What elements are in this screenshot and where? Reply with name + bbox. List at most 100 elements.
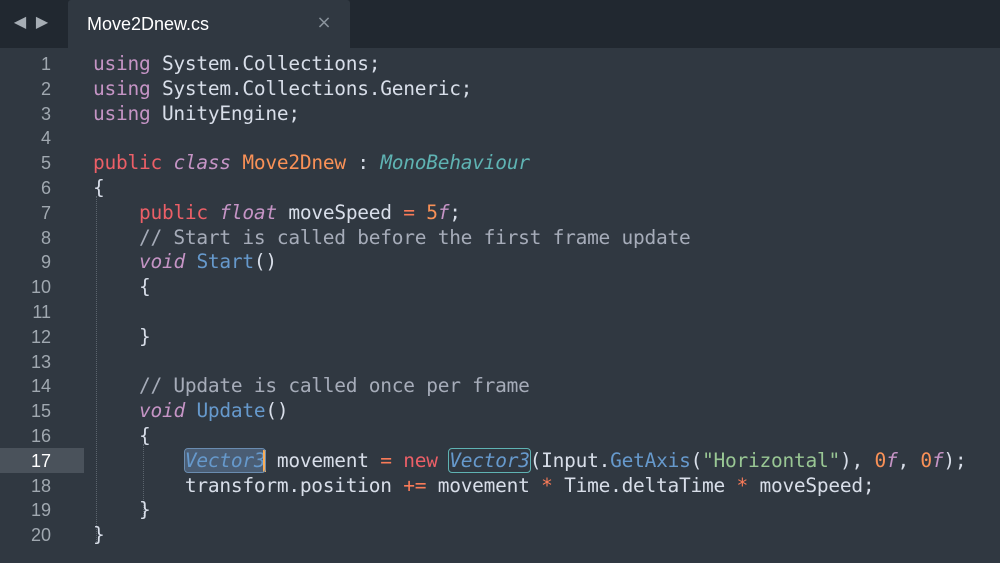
code-line[interactable]: 6{ [0, 175, 1000, 200]
code-token: new [403, 448, 438, 472]
back-arrow-icon[interactable]: ◀ [10, 12, 30, 32]
code-token: 5 [426, 200, 438, 224]
code-text: // Start is called before the first fram… [93, 225, 691, 249]
code-text: void Update() [93, 399, 289, 423]
code-token: () [265, 399, 289, 423]
code-line[interactable]: 7 public float moveSpeed = 5f; [0, 200, 1000, 225]
code-token: += [403, 473, 427, 497]
code-text: { [93, 424, 151, 447]
line-number: 5 [40, 153, 51, 174]
code-token: 0 [920, 448, 932, 472]
code-line[interactable]: 3 using UnityEngine; [0, 101, 1000, 126]
code-editor[interactable]: 1 using System.Collections; 2 using System.… [0, 48, 1000, 563]
code-line[interactable]: 16 { [0, 423, 1000, 448]
code-token: public [93, 151, 162, 175]
code-line[interactable]: 9 void Start() [0, 249, 1000, 274]
tab-bar: ◀ ▶ Move2Dnew.cs × [0, 0, 1000, 48]
code-line[interactable]: 19 } [0, 497, 1000, 522]
code-token: GetAxis [610, 448, 691, 472]
code-line[interactable]: 12 } [0, 324, 1000, 349]
code-token: class [173, 151, 231, 175]
code-token: { [93, 424, 151, 447]
code-line[interactable]: 18 transform.position += movement * Time… [0, 473, 1000, 498]
code-line[interactable]: 11 [0, 299, 1000, 324]
code-token: movement [426, 473, 542, 497]
code-token: Start [196, 250, 254, 274]
code-token: * [541, 473, 553, 497]
code-line[interactable]: 15 void Update() [0, 398, 1000, 423]
code-text: void Start() [93, 251, 277, 273]
code-text: using System.Collections.Generic; [93, 76, 473, 100]
code-token: using [93, 52, 151, 75]
code-text: } [93, 524, 105, 546]
code-line[interactable]: 4 [0, 125, 1000, 150]
code-token: transform.position [93, 473, 404, 497]
line-number: 2 [40, 78, 51, 99]
code-token: ( [690, 448, 703, 472]
code-line[interactable]: 1 using System.Collections; [0, 51, 1000, 76]
code-token: : [345, 151, 381, 175]
line-number: 20 [30, 525, 51, 546]
line-number: 14 [30, 376, 51, 397]
code-token: movement [265, 448, 381, 472]
code-token: using [93, 76, 151, 100]
code-token: // Update is called once per frame [93, 374, 530, 398]
code-line[interactable]: 14 // Update is called once per frame [0, 373, 1000, 398]
code-token: f [885, 448, 898, 472]
code-token: * [736, 473, 748, 497]
code-text: { [93, 275, 151, 299]
line-number: 12 [30, 326, 51, 347]
code-token: } [93, 498, 151, 522]
code-line[interactable]: 2 using System.Collections.Generic; [0, 76, 1000, 101]
code-text: transform.position += movement * Time.de… [93, 473, 875, 497]
code-token: "Horizontal" [702, 448, 840, 472]
code-text: using System.Collections; [93, 52, 381, 75]
line-number: 19 [30, 500, 51, 521]
code-line[interactable]: 8 // Start is called before the first fr… [0, 225, 1000, 250]
line-number: 15 [30, 401, 51, 422]
line-number: 11 [32, 302, 51, 322]
code-token: using [93, 101, 151, 125]
code-token: ), [839, 448, 875, 472]
code-token: void [138, 399, 185, 423]
code-token: moveSpeed [276, 200, 404, 224]
tab-label: Move2Dnew.cs [87, 14, 210, 34]
code-token: public [138, 200, 208, 224]
code-token: = [403, 200, 415, 224]
code-token: (Input. [529, 448, 611, 472]
code-token: = [380, 448, 392, 472]
code-token: } [93, 523, 105, 547]
line-number: 16 [30, 426, 51, 446]
code-text: Vector3 movement = new Vector3(Input.Get… [93, 447, 967, 473]
code-token: // Start is called before the first fram… [93, 225, 691, 249]
close-icon[interactable]: × [316, 13, 332, 33]
line-number: 17 [30, 450, 51, 471]
code-text: using UnityEngine; [93, 101, 300, 125]
code-token: { [93, 176, 105, 199]
code-token: MonoBehaviour [380, 151, 530, 175]
line-number: 7 [40, 202, 51, 223]
code-token: System.Collections.Generic; [150, 76, 473, 100]
code-text: public class Move2Dnew : MonoBehaviour [93, 152, 530, 174]
code-line[interactable]: 13 [0, 349, 1000, 374]
code-line[interactable]: 17 Vector3 movement = new Vector3(Input.… [0, 447, 1000, 473]
code-token: 0 [874, 448, 886, 472]
tab-move2dnew[interactable]: Move2Dnew.cs × [68, 0, 350, 48]
code-text: } [93, 498, 151, 522]
code-text: public float moveSpeed = 5f; [93, 200, 461, 224]
forward-arrow-icon[interactable]: ▶ [32, 12, 52, 32]
code-token: float [219, 200, 277, 224]
code-line[interactable]: 5 public class Move2Dnew : MonoBehaviour [0, 150, 1000, 175]
code-token: { [93, 275, 151, 299]
code-line[interactable]: 10 { [0, 274, 1000, 299]
code-line[interactable]: 20} [0, 522, 1000, 547]
code-token: } [93, 324, 151, 348]
code-token: Time.deltaTime [552, 473, 737, 497]
line-number: 13 [30, 351, 51, 372]
